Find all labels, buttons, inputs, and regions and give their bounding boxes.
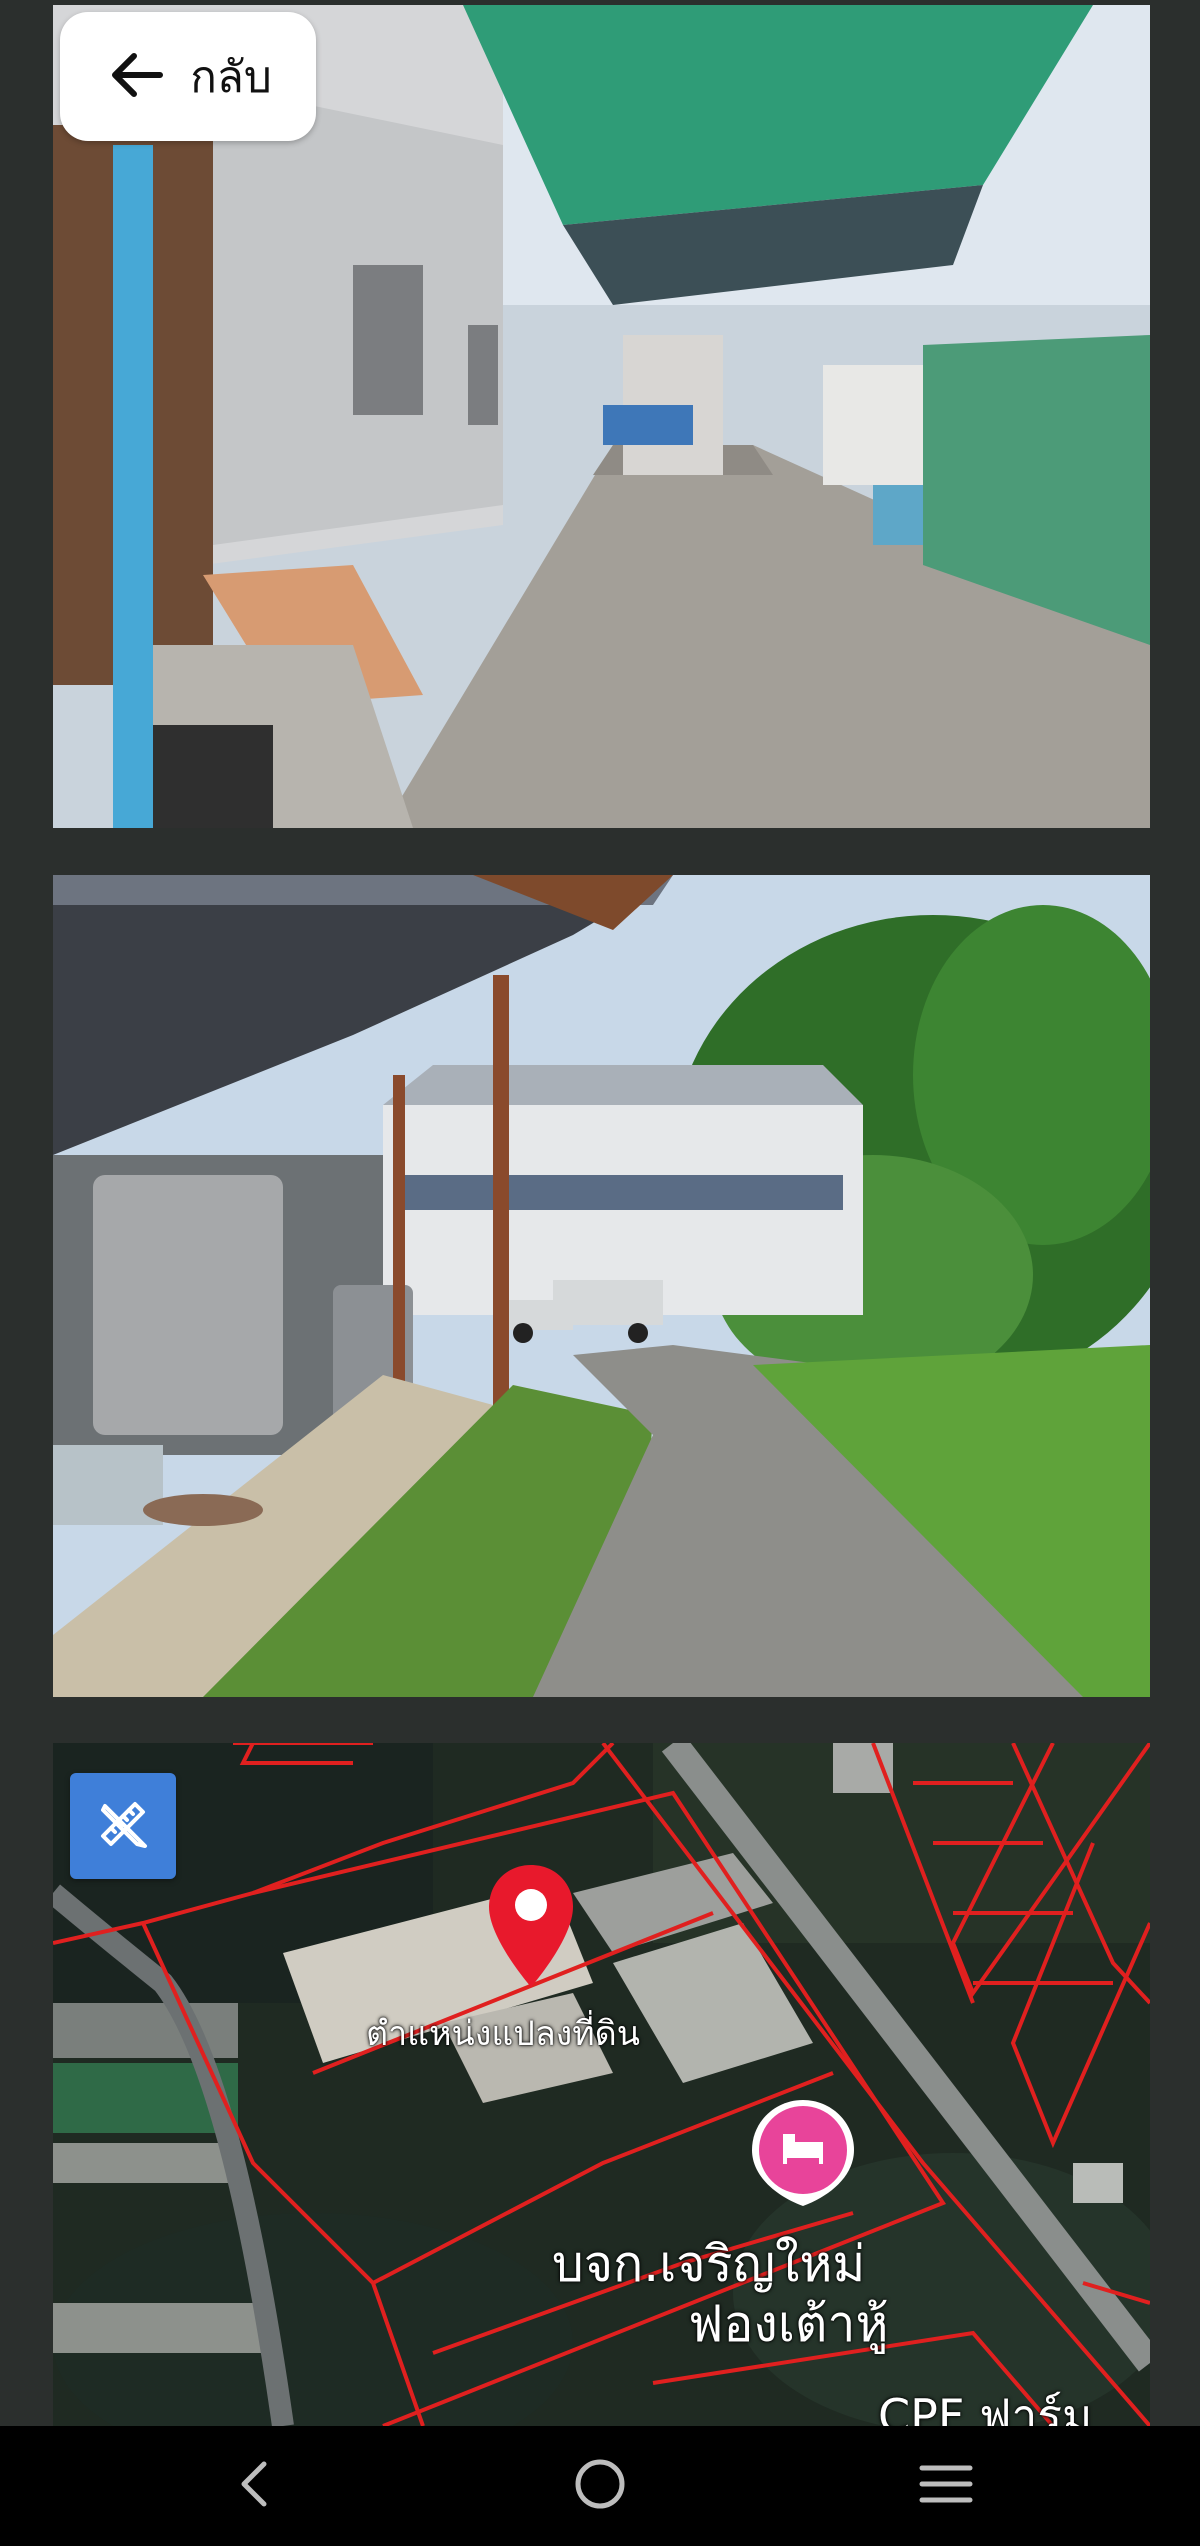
nav-home-button[interactable] [520, 2426, 680, 2546]
nav-menu-button[interactable] [866, 2426, 1026, 2546]
place-label-line2: ฟองเต้าหู้ [688, 2295, 889, 2353]
arrow-left-icon [104, 43, 168, 111]
back-button[interactable]: กลับ [60, 12, 316, 141]
nav-home-icon [572, 2456, 628, 2516]
satellite-map[interactable] [53, 1743, 1150, 2426]
ruler-pencil-icon [91, 1792, 155, 1860]
nav-back-icon [234, 2459, 274, 2513]
location-pin-icon[interactable] [487, 1863, 575, 1989]
system-nav-bar [0, 2426, 1200, 2546]
measure-tool-button[interactable] [70, 1773, 176, 1879]
hotel-pin-icon[interactable] [750, 2098, 856, 2208]
nav-back-button[interactable] [174, 2426, 334, 2546]
parcel-location-label: ตำแหน่งแปลงที่ดิน [366, 2014, 641, 2054]
nav-menu-icon [918, 2462, 974, 2510]
back-label: กลับ [190, 51, 272, 103]
factory-yard-photo[interactable] [53, 875, 1150, 1697]
